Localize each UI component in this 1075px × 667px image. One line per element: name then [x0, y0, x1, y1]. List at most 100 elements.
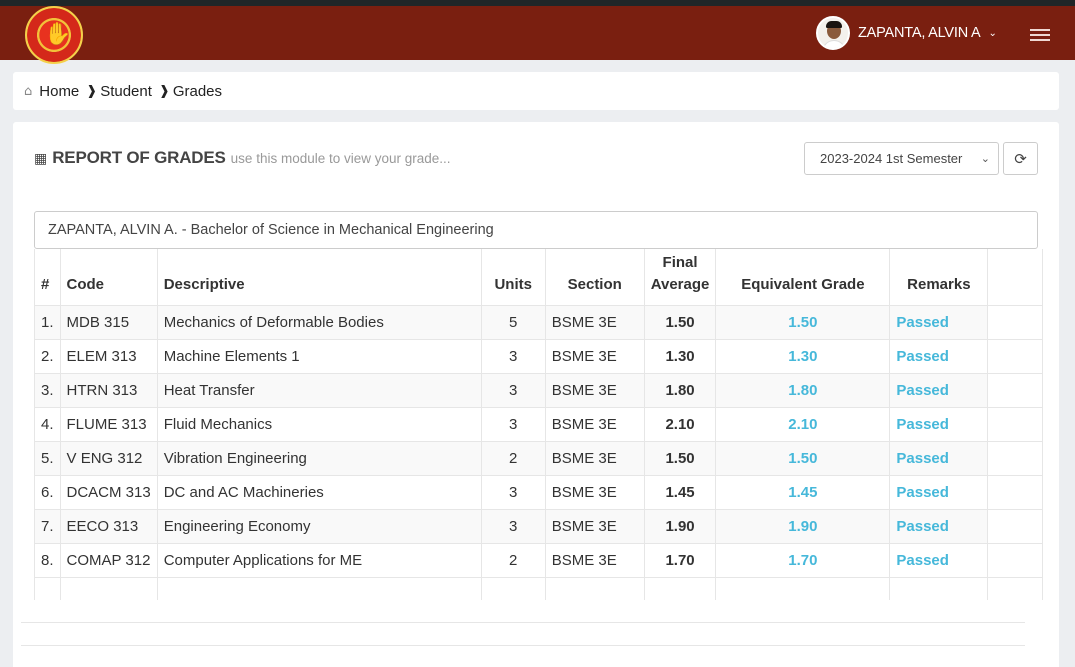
- footer-cell: [987, 576, 1044, 600]
- cell-final-average: 1.80: [643, 372, 716, 407]
- table-header-row: # Code Descriptive Units Section Final A…: [34, 249, 1044, 305]
- avatar[interactable]: [816, 16, 850, 50]
- breadcrumb-student[interactable]: Student: [100, 83, 152, 100]
- cell-final-average: 1.50: [643, 440, 716, 475]
- table-row: 5. V ENG 312 Vibration Engineering 2 BSME 3E…: [34, 440, 1044, 475]
- cell-descriptive: Fluid Mechanics: [156, 406, 482, 441]
- user-name[interactable]: ZAPANTA, ALVIN A: [858, 25, 981, 41]
- cell-num: 4.: [34, 406, 61, 441]
- table-row: 3. HTRN 313 Heat Transfer 3 BSME 3E 1.80 1.80 P…: [34, 372, 1044, 407]
- table-footer-row: [34, 576, 1044, 600]
- chevron-down-icon[interactable]: ⌄: [989, 28, 997, 39]
- cell-code: DCACM 313: [59, 474, 158, 509]
- cell-units: 2: [480, 440, 546, 475]
- footer-cell: [643, 576, 716, 600]
- cell-final-average: 1.90: [643, 508, 716, 543]
- col-header-num: #: [34, 249, 61, 305]
- col-header-units: Units: [480, 249, 546, 305]
- cell-equivalent-grade: 1.70: [715, 542, 890, 577]
- cell-descriptive: Mechanics of Deformable Bodies: [156, 304, 482, 339]
- footer-cell: [156, 576, 482, 600]
- home-icon: ⌂: [24, 83, 33, 99]
- cell-equivalent-grade: 1.45: [715, 474, 890, 509]
- cell-num: 3.: [34, 372, 61, 407]
- table-row: 4. FLUME 313 Fluid Mechanics 3 BSME 3E 2.10 2.…: [34, 406, 1044, 441]
- cell-final-average: 1.45: [643, 474, 716, 509]
- cell-empty: [987, 508, 1044, 543]
- cell-remarks: Passed: [889, 406, 988, 441]
- cell-empty: [987, 542, 1044, 577]
- cell-equivalent-grade: 1.80: [715, 372, 890, 407]
- grades-panel: ▦ REPORT OF GRADES use this module to vi…: [13, 122, 1059, 667]
- col-header-section: Section: [544, 249, 645, 305]
- cell-final-average: 2.10: [643, 406, 716, 441]
- cell-empty: [987, 440, 1044, 475]
- table-row: 1. MDB 315 Mechanics of Deformable Bodies 5…: [34, 304, 1044, 339]
- cell-empty: [987, 372, 1044, 407]
- cell-section: BSME 3E: [544, 508, 645, 543]
- cell-descriptive: Engineering Economy: [156, 508, 482, 543]
- hamburger-menu-icon[interactable]: [1030, 29, 1050, 43]
- cell-units: 5: [480, 304, 546, 339]
- cell-remarks: Passed: [889, 440, 988, 475]
- breadcrumb-home[interactable]: Home: [39, 83, 79, 100]
- cell-units: 2: [480, 542, 546, 577]
- cell-section: BSME 3E: [544, 474, 645, 509]
- col-header-final-line1: Final: [662, 253, 698, 271]
- footer-cell: [34, 576, 61, 600]
- cell-equivalent-grade: 1.50: [715, 304, 890, 339]
- cell-section: BSME 3E: [544, 304, 645, 339]
- breadcrumb-separator: ❱: [86, 83, 98, 99]
- cell-descriptive: Vibration Engineering: [156, 440, 482, 475]
- cell-code: COMAP 312: [59, 542, 158, 577]
- cell-remarks: Passed: [889, 474, 988, 509]
- cell-code: EECO 313: [59, 508, 158, 543]
- footer-cell: [480, 576, 546, 600]
- cell-num: 8.: [34, 542, 61, 577]
- semester-select[interactable]: 2023-2024 1st Semester ⌄: [804, 142, 999, 175]
- cell-descriptive: Computer Applications for ME: [156, 542, 482, 577]
- user-menu[interactable]: ZAPANTA, ALVIN A ⌄: [816, 16, 997, 50]
- cell-final-average: 1.70: [643, 542, 716, 577]
- cell-empty: [987, 474, 1044, 509]
- cell-section: BSME 3E: [544, 440, 645, 475]
- col-header-empty: [987, 249, 1044, 305]
- cell-num: 5.: [34, 440, 61, 475]
- top-navbar: ✋ ZAPANTA, ALVIN A ⌄: [0, 6, 1075, 64]
- cell-equivalent-grade: 1.90: [715, 508, 890, 543]
- cell-equivalent-grade: 2.10: [715, 406, 890, 441]
- cell-units: 3: [480, 474, 546, 509]
- cell-section: BSME 3E: [544, 406, 645, 441]
- cell-units: 3: [480, 372, 546, 407]
- col-header-final-line2: Average: [650, 275, 710, 293]
- cell-units: 3: [480, 338, 546, 373]
- table-row: 8. COMAP 312 Computer Applications for ME 2…: [34, 542, 1044, 577]
- cell-code: FLUME 313: [59, 406, 158, 441]
- cell-units: 3: [480, 406, 546, 441]
- footer-cell: [889, 576, 988, 600]
- page-title: REPORT OF GRADES: [52, 148, 226, 167]
- cell-code: ELEM 313: [59, 338, 158, 373]
- cell-empty: [987, 304, 1044, 339]
- table-row: 6. DCACM 313 DC and AC Machineries 3 BSME 3E…: [34, 474, 1044, 509]
- chevron-down-icon: ⌄: [980, 152, 990, 165]
- table-icon: ▦: [34, 151, 48, 167]
- cell-descriptive: Heat Transfer: [156, 372, 482, 407]
- breadcrumb-separator: ❱: [158, 83, 170, 99]
- cell-num: 7.: [34, 508, 61, 543]
- grades-table: # Code Descriptive Units Section Final A…: [34, 249, 1044, 600]
- cell-section: BSME 3E: [544, 372, 645, 407]
- cell-equivalent-grade: 1.30: [715, 338, 890, 373]
- cell-code: V ENG 312: [59, 440, 158, 475]
- cell-descriptive: Machine Elements 1: [156, 338, 482, 373]
- cell-section: BSME 3E: [544, 542, 645, 577]
- student-info-field: ZAPANTA, ALVIN A. - Bachelor of Science …: [34, 211, 1038, 249]
- col-header-descriptive: Descriptive: [156, 249, 482, 305]
- cell-descriptive: DC and AC Machineries: [156, 474, 482, 509]
- school-logo[interactable]: ✋: [25, 6, 83, 64]
- refresh-button[interactable]: ⟳: [1003, 142, 1038, 175]
- cell-remarks: Passed: [889, 338, 988, 373]
- cell-units: 3: [480, 508, 546, 543]
- cell-num: 6.: [34, 474, 61, 509]
- cell-num: 1.: [34, 304, 61, 339]
